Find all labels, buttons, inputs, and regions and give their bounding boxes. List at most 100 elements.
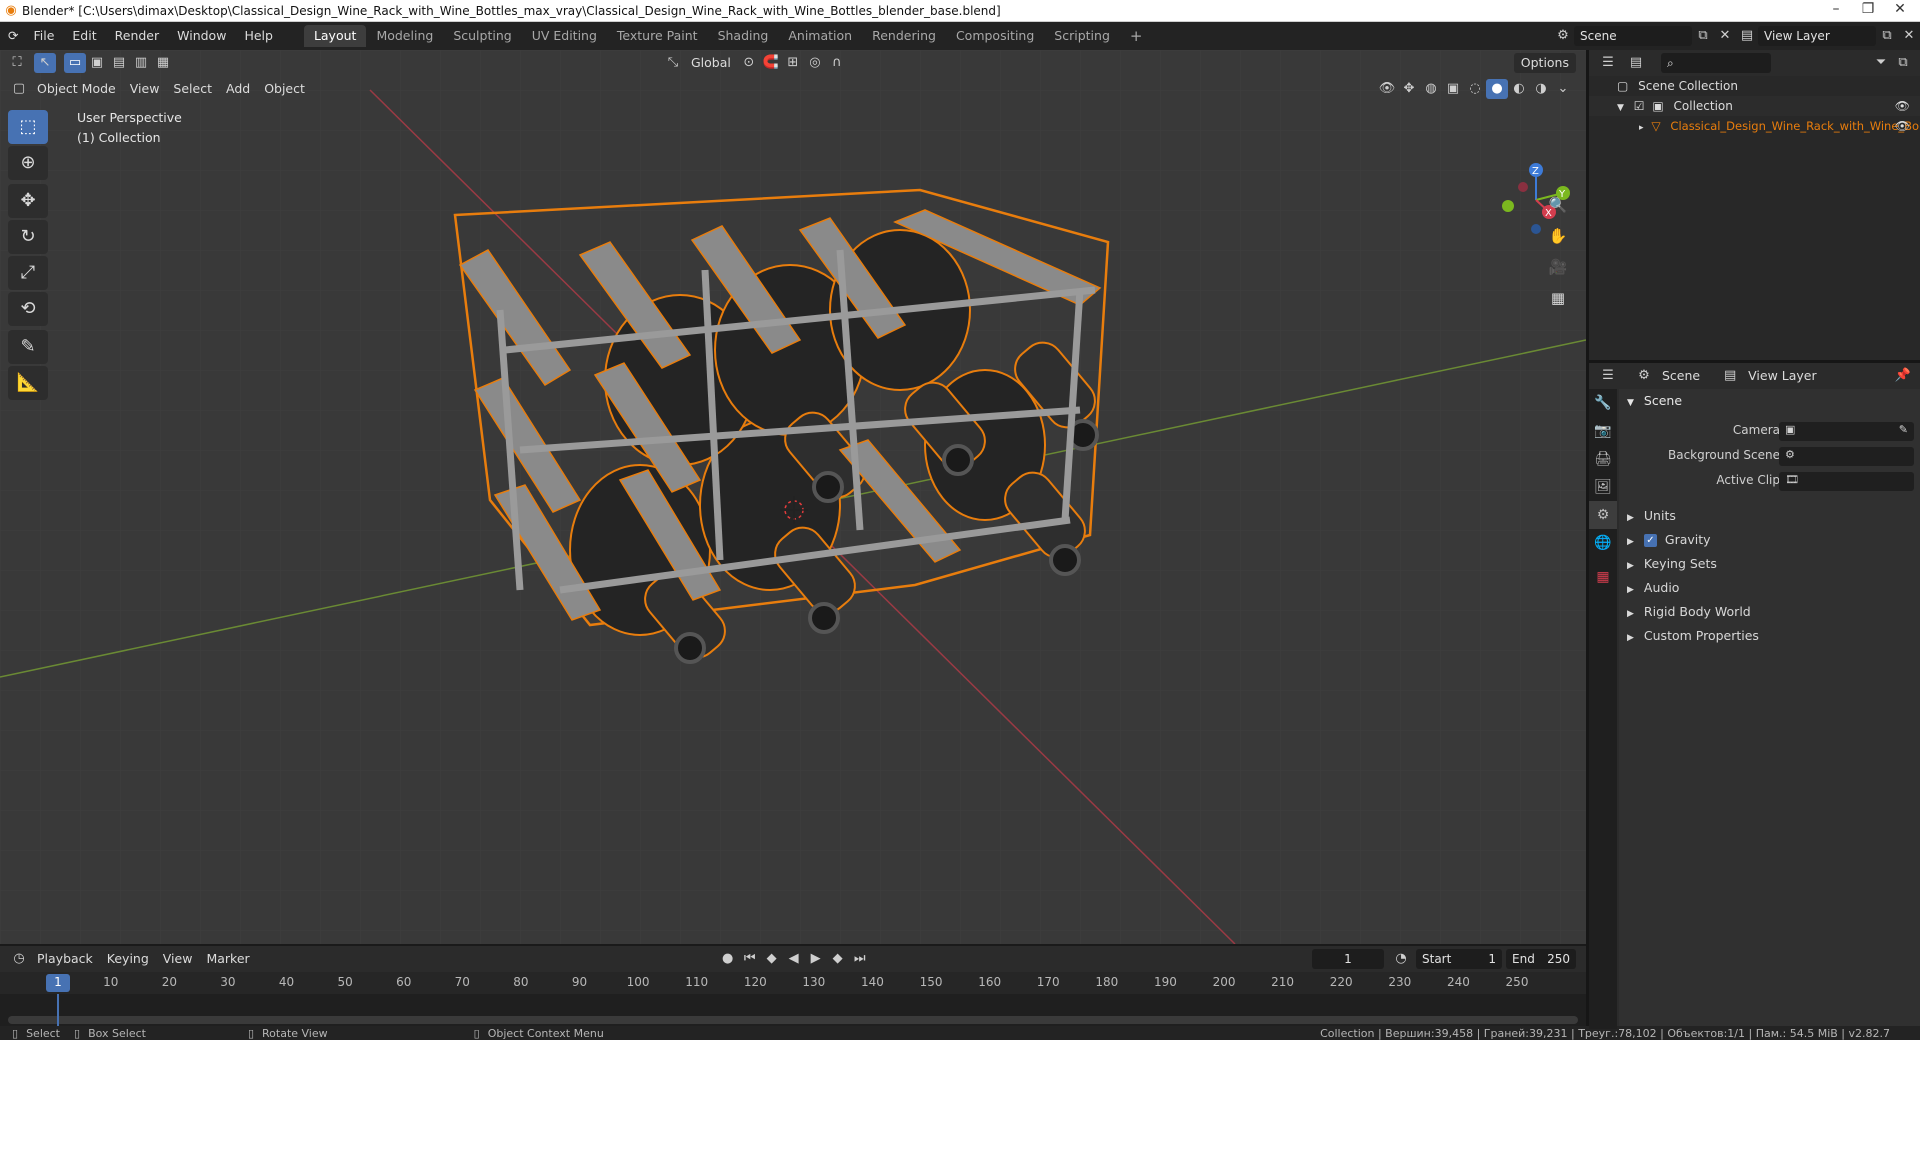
workspace-tab-compositing[interactable]: Compositing bbox=[946, 25, 1044, 47]
outliner-search-input[interactable]: ⌕ bbox=[1661, 53, 1771, 73]
properties-editor-type-icon[interactable]: ☰ bbox=[1597, 366, 1619, 386]
shading-options-icon[interactable]: ⌄ bbox=[1552, 79, 1574, 99]
viewport-menu-object[interactable]: Object bbox=[257, 79, 312, 99]
blender-menu-icon[interactable]: ⟳ bbox=[0, 22, 24, 50]
shading-material-icon[interactable]: ◐ bbox=[1508, 79, 1530, 99]
zoom-icon[interactable]: 🔍 bbox=[1543, 190, 1573, 220]
delete-scene-icon[interactable]: ✕ bbox=[1714, 26, 1736, 46]
workspace-tab-animation[interactable]: Animation bbox=[778, 25, 862, 47]
end-frame-field[interactable]: End 250 bbox=[1506, 949, 1576, 969]
scene-context-label[interactable]: Scene bbox=[1655, 366, 1707, 386]
pivot-point-icon[interactable]: ⊙ bbox=[738, 53, 760, 73]
close-icon[interactable]: ✕ bbox=[1884, 0, 1916, 20]
viewport-menu-select[interactable]: Select bbox=[166, 79, 219, 99]
3d-viewport[interactable]: Z Y X ⛶ ↖ ▭ ▣ ▤ ▥ ▦ ⤡ Global ⊙ 🧲 ⊞ ◎ ∩ O… bbox=[0, 50, 1586, 944]
filter-icon[interactable]: ⏷ bbox=[1870, 53, 1892, 73]
proportional-falloff-icon[interactable]: ∩ bbox=[826, 53, 848, 73]
select-intersect-icon[interactable]: ▦ bbox=[152, 53, 174, 73]
rotate-tool-icon[interactable]: ↻ bbox=[8, 220, 48, 254]
new-collection-icon[interactable]: ⧉ bbox=[1892, 53, 1914, 73]
units-panel-header[interactable]: ▶ Units bbox=[1619, 504, 1920, 528]
perspective-grid-icon[interactable]: ▦ bbox=[1543, 283, 1573, 313]
workspace-tab-rendering[interactable]: Rendering bbox=[862, 25, 946, 47]
select-mode-icon[interactable]: ↖ bbox=[34, 53, 56, 73]
select-subtract-icon[interactable]: ▤ bbox=[108, 53, 130, 73]
mode-dropdown[interactable]: Object Mode bbox=[30, 79, 123, 99]
start-frame-field[interactable]: Start 1 bbox=[1416, 949, 1502, 969]
new-view-layer-icon[interactable]: ⧉ bbox=[1876, 26, 1898, 46]
jump-start-icon[interactable]: ⏮ bbox=[739, 949, 761, 969]
current-frame-field[interactable]: 1 bbox=[1312, 949, 1384, 969]
pan-hand-icon[interactable]: ✋ bbox=[1543, 221, 1573, 251]
workspace-tab-uv-editing[interactable]: UV Editing bbox=[522, 25, 607, 47]
timeline-menu-keying[interactable]: Keying bbox=[100, 949, 156, 969]
expand-arrow-icon[interactable]: ▼ bbox=[1617, 103, 1624, 113]
menu-edit[interactable]: Edit bbox=[63, 22, 105, 50]
menu-window[interactable]: Window bbox=[168, 22, 235, 50]
menu-help[interactable]: Help bbox=[235, 22, 282, 50]
workspace-tab-shading[interactable]: Shading bbox=[708, 25, 779, 47]
render-tab-icon[interactable]: 📷 bbox=[1589, 417, 1617, 445]
object-expand-arrow-icon[interactable]: ▸ bbox=[1639, 123, 1644, 133]
outliner-object[interactable]: ▸ ▽ Classical_Design_Wine_Rack_with_Wine… bbox=[1589, 116, 1920, 136]
new-scene-icon[interactable]: ⧉ bbox=[1692, 26, 1714, 46]
scale-tool-icon[interactable]: ⤢ bbox=[8, 256, 48, 290]
scene-tab-icon[interactable]: ⚙ bbox=[1589, 501, 1617, 529]
next-keyframe-icon[interactable]: ◆ bbox=[827, 949, 849, 969]
audio-panel-header[interactable]: ▶ Audio bbox=[1619, 576, 1920, 600]
play-icon[interactable]: ▶ bbox=[805, 949, 827, 969]
display-mode-icon[interactable]: ▤ bbox=[1625, 53, 1647, 73]
tool-tab-icon[interactable]: 🔧 bbox=[1589, 389, 1617, 417]
view-layer-selector-icon[interactable]: ▤ bbox=[1736, 26, 1758, 46]
keying-sets-panel-header[interactable]: ▶ Keying Sets bbox=[1619, 552, 1920, 576]
texture-tab-icon[interactable]: ▦ bbox=[1589, 563, 1617, 591]
menu-file[interactable]: File bbox=[24, 22, 63, 50]
select-box-tool-icon[interactable]: ⬚ bbox=[8, 110, 48, 144]
transform-orientation-icon[interactable]: ⤡ bbox=[662, 53, 684, 73]
camera-field[interactable]: ▣ ✎ bbox=[1779, 422, 1914, 441]
overlays-toggle-icon[interactable]: ◍ bbox=[1420, 79, 1442, 99]
gravity-checkbox[interactable]: ✓ bbox=[1643, 534, 1657, 547]
maximize-icon[interactable]: ❐ bbox=[1852, 0, 1884, 20]
timeline-menu-marker[interactable]: Marker bbox=[199, 949, 256, 969]
shading-wireframe-icon[interactable]: ◌ bbox=[1464, 79, 1486, 99]
select-extend-icon[interactable]: ▣ bbox=[86, 53, 108, 73]
minimize-icon[interactable]: – bbox=[1820, 0, 1852, 20]
timeline-menu-view[interactable]: View bbox=[156, 949, 200, 969]
outliner-scene-collection[interactable]: ▢ Scene Collection bbox=[1589, 76, 1920, 96]
options-dropdown[interactable]: Options bbox=[1513, 53, 1576, 73]
visibility-filter-icon[interactable]: 👁 bbox=[1376, 79, 1398, 99]
object-mode-icon[interactable]: ▢ bbox=[8, 79, 30, 99]
workspace-tab-modeling[interactable]: Modeling bbox=[366, 25, 443, 47]
viewport-menu-view[interactable]: View bbox=[123, 79, 167, 99]
camera-view-icon[interactable]: 🎥 bbox=[1543, 252, 1573, 282]
play-reverse-icon[interactable]: ◀ bbox=[783, 949, 805, 969]
view-layer-tab-icon[interactable]: 🖼 bbox=[1589, 473, 1617, 501]
collection-checkbox-icon[interactable]: ☑ bbox=[1634, 99, 1645, 113]
workspace-tab-scripting[interactable]: Scripting bbox=[1044, 25, 1120, 47]
xray-toggle-icon[interactable]: ▣ bbox=[1442, 79, 1464, 99]
record-icon[interactable]: ● bbox=[717, 949, 739, 969]
editor-type-icon[interactable]: ⛶ bbox=[6, 53, 28, 73]
jump-end-icon[interactable]: ⏭ bbox=[849, 949, 871, 969]
add-workspace-icon[interactable]: + bbox=[1120, 25, 1153, 47]
rigid-body-world-panel-header[interactable]: ▶ Rigid Body World bbox=[1619, 600, 1920, 624]
timeline-menu-playback[interactable]: Playback bbox=[30, 949, 100, 969]
outliner-collection[interactable]: ▼ ☑ ▣ Collection 👁 bbox=[1589, 96, 1920, 116]
scene-selector-icon[interactable]: ⚙ bbox=[1552, 26, 1574, 46]
gravity-panel-header[interactable]: ▶ ✓ Gravity bbox=[1619, 528, 1920, 552]
timeline-scrollbar[interactable] bbox=[8, 1016, 1578, 1024]
workspace-tab-texture-paint[interactable]: Texture Paint bbox=[607, 25, 708, 47]
scene-panel-header[interactable]: ▼ Scene bbox=[1619, 389, 1920, 413]
select-invert-icon[interactable]: ▥ bbox=[130, 53, 152, 73]
workspace-tab-layout[interactable]: Layout bbox=[303, 25, 367, 47]
gizmo-toggle-icon[interactable]: ✥ bbox=[1398, 79, 1420, 99]
transform-orientation-dropdown[interactable]: Global bbox=[684, 53, 738, 73]
workspace-tab-sculpting[interactable]: Sculpting bbox=[443, 25, 521, 47]
outliner-editor-type-icon[interactable]: ☰ bbox=[1597, 53, 1619, 73]
custom-properties-panel-header[interactable]: ▶ Custom Properties bbox=[1619, 624, 1920, 648]
transform-tool-icon[interactable]: ⟲ bbox=[8, 292, 48, 326]
timeline-track[interactable] bbox=[0, 994, 1586, 1028]
shading-rendered-icon[interactable]: ◑ bbox=[1530, 79, 1552, 99]
view-layer-name-field[interactable]: View Layer bbox=[1758, 26, 1876, 46]
